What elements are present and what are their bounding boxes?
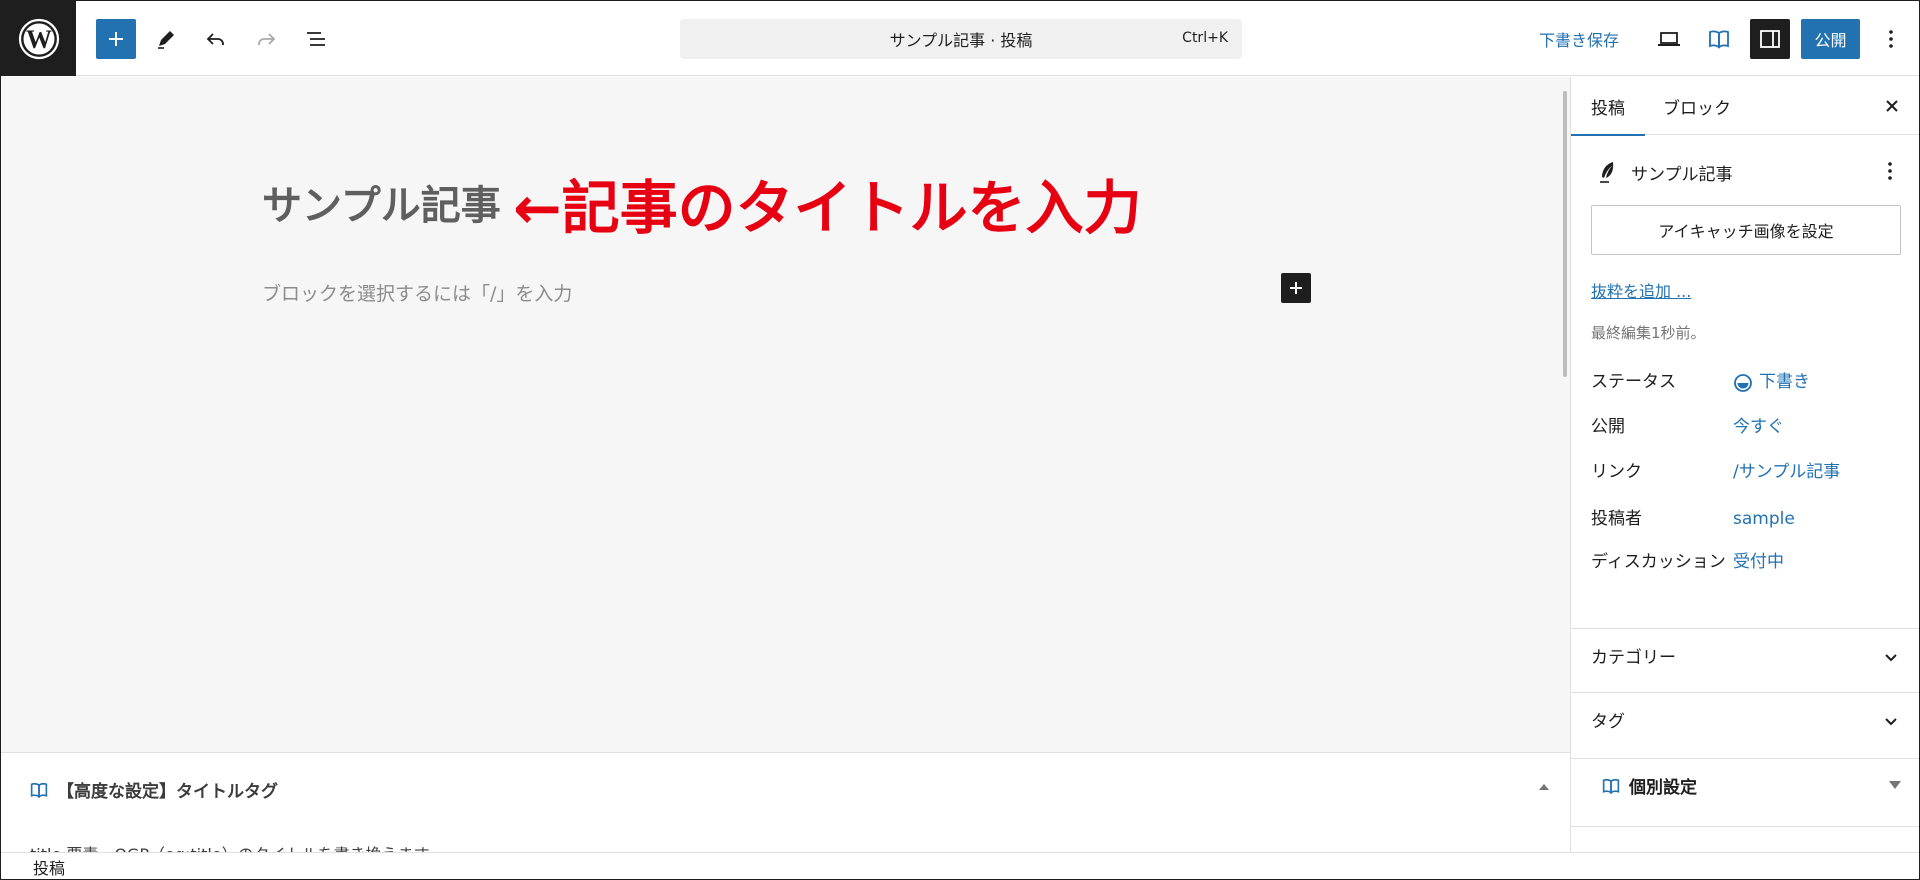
author-button[interactable]: sample [1733,507,1795,532]
sidebar-tabs: 投稿 ブロック [1571,77,1919,136]
categories-panel-toggle[interactable]: カテゴリー [1571,628,1919,682]
block-inserter-button[interactable] [96,19,136,59]
canvas-scrollbar[interactable] [1563,91,1567,377]
settings-sidebar: 投稿 ブロック サンプル記事 アイキャッチ画像を設定 抜粋を追加 ... 最終編… [1570,77,1919,852]
book-icon [30,782,48,798]
collapse-triangle-icon[interactable] [1536,779,1552,795]
tab-post[interactable]: 投稿 [1571,77,1645,136]
discussion-button[interactable]: 受付中 [1733,550,1784,575]
metabox-title: 【高度な設定】タイトルタグ [57,782,278,802]
meta-label: リンク [1591,462,1642,482]
more-vertical-icon [1889,30,1893,48]
undo-icon [206,33,224,45]
save-draft-button[interactable]: 下書き保存 [1531,19,1627,59]
metabox-description: title 要素・OGP（og:title）のタイトルを書き換えます [30,841,430,852]
chevron-down-icon [1885,718,1897,726]
title-tag-metabox: 【高度な設定】タイトルタグ title 要素・OGP（og:title）のタイト… [1,752,1570,852]
sidebar-icon [1760,30,1780,48]
tools-button[interactable] [146,19,186,59]
options-menu-button[interactable] [1871,19,1911,59]
plus-icon [1290,282,1302,294]
laptop-icon [1658,32,1680,46]
add-block-button[interactable] [1281,273,1311,303]
redo-icon [258,33,276,45]
quill-icon [1600,162,1614,183]
publish-date-button[interactable]: 今すぐ [1733,415,1784,440]
meta-value-text: 下書き [1759,372,1810,392]
last-edited-text: 最終編集1秒前。 [1591,324,1706,342]
breadcrumb-post[interactable]: 投稿 [33,855,65,879]
editor-header: W サンプル記事 · 投稿 Ctrl+K 下書き保存 公開 [1,1,1919,76]
undo-button[interactable] [196,19,236,59]
wordpress-logo[interactable]: W [1,1,76,76]
tab-block[interactable]: ブロック [1663,77,1731,135]
close-sidebar-button[interactable] [1877,91,1907,121]
command-palette-bar[interactable]: サンプル記事 · 投稿 Ctrl+K [680,19,1242,59]
meta-label: 投稿者 [1591,509,1642,529]
book-icon [1602,778,1620,794]
document-overview-button[interactable] [296,19,336,59]
list-view-icon [307,32,325,46]
permalink-button[interactable]: /サンプル記事 [1733,460,1840,485]
editor-window: W サンプル記事 · 投稿 Ctrl+K 下書き保存 公開 サンプル記事 ←記事… [0,0,1920,880]
post-summary-title: サンプル記事 [1631,164,1733,185]
svg-text:W: W [26,25,52,54]
editor-canvas[interactable]: サンプル記事 ←記事のタイトルを入力 ブロックを選択するには「/」を入力 [1,77,1570,752]
close-icon [1886,100,1898,112]
publish-button[interactable]: 公開 [1801,19,1860,59]
expand-triangle-icon [1889,781,1901,789]
editor-footer-breadcrumb: 投稿 [1,852,1919,879]
draft-status-icon [1734,373,1752,392]
panel-title: 個別設定 [1629,778,1697,798]
panel-title: カテゴリー [1591,648,1676,668]
meta-label: 公開 [1591,417,1625,437]
book-icon [1709,30,1729,49]
preview-button[interactable] [1649,19,1689,59]
post-summary-header: サンプル記事 [1597,157,1897,187]
pencil-icon [158,31,174,49]
chevron-down-icon [1885,654,1897,662]
block-appender-placeholder[interactable]: ブロックを選択するには「/」を入力 [262,279,572,306]
add-excerpt-link[interactable]: 抜粋を追加 ... [1591,278,1691,302]
plus-icon [109,32,123,46]
tags-panel-toggle[interactable]: タグ [1571,692,1919,746]
status-value-button[interactable]: 下書き [1733,370,1810,395]
title-annotation: ←記事のタイトルを入力 [513,174,1142,242]
redo-button[interactable] [246,19,286,59]
custom-settings-panel-toggle[interactable]: 個別設定 [1571,758,1919,812]
panel-divider [1571,826,1919,827]
meta-label: ディスカッション [1591,552,1726,572]
custom-plugin-button[interactable] [1699,19,1739,59]
command-bar-shortcut: Ctrl+K [1182,30,1228,46]
metabox-header[interactable]: 【高度な設定】タイトルタグ [29,777,278,802]
meta-label: ステータス [1591,372,1676,392]
more-vertical-icon [1888,162,1892,180]
wordpress-icon: W [18,18,59,59]
settings-sidebar-toggle[interactable] [1750,19,1790,59]
post-actions-button[interactable] [1875,156,1905,186]
command-bar-title: サンプル記事 · 投稿 [889,31,1033,50]
panel-title: タグ [1591,712,1625,732]
set-featured-image-button[interactable]: アイキャッチ画像を設定 [1591,205,1901,255]
post-title-input[interactable]: サンプル記事 [262,173,501,231]
